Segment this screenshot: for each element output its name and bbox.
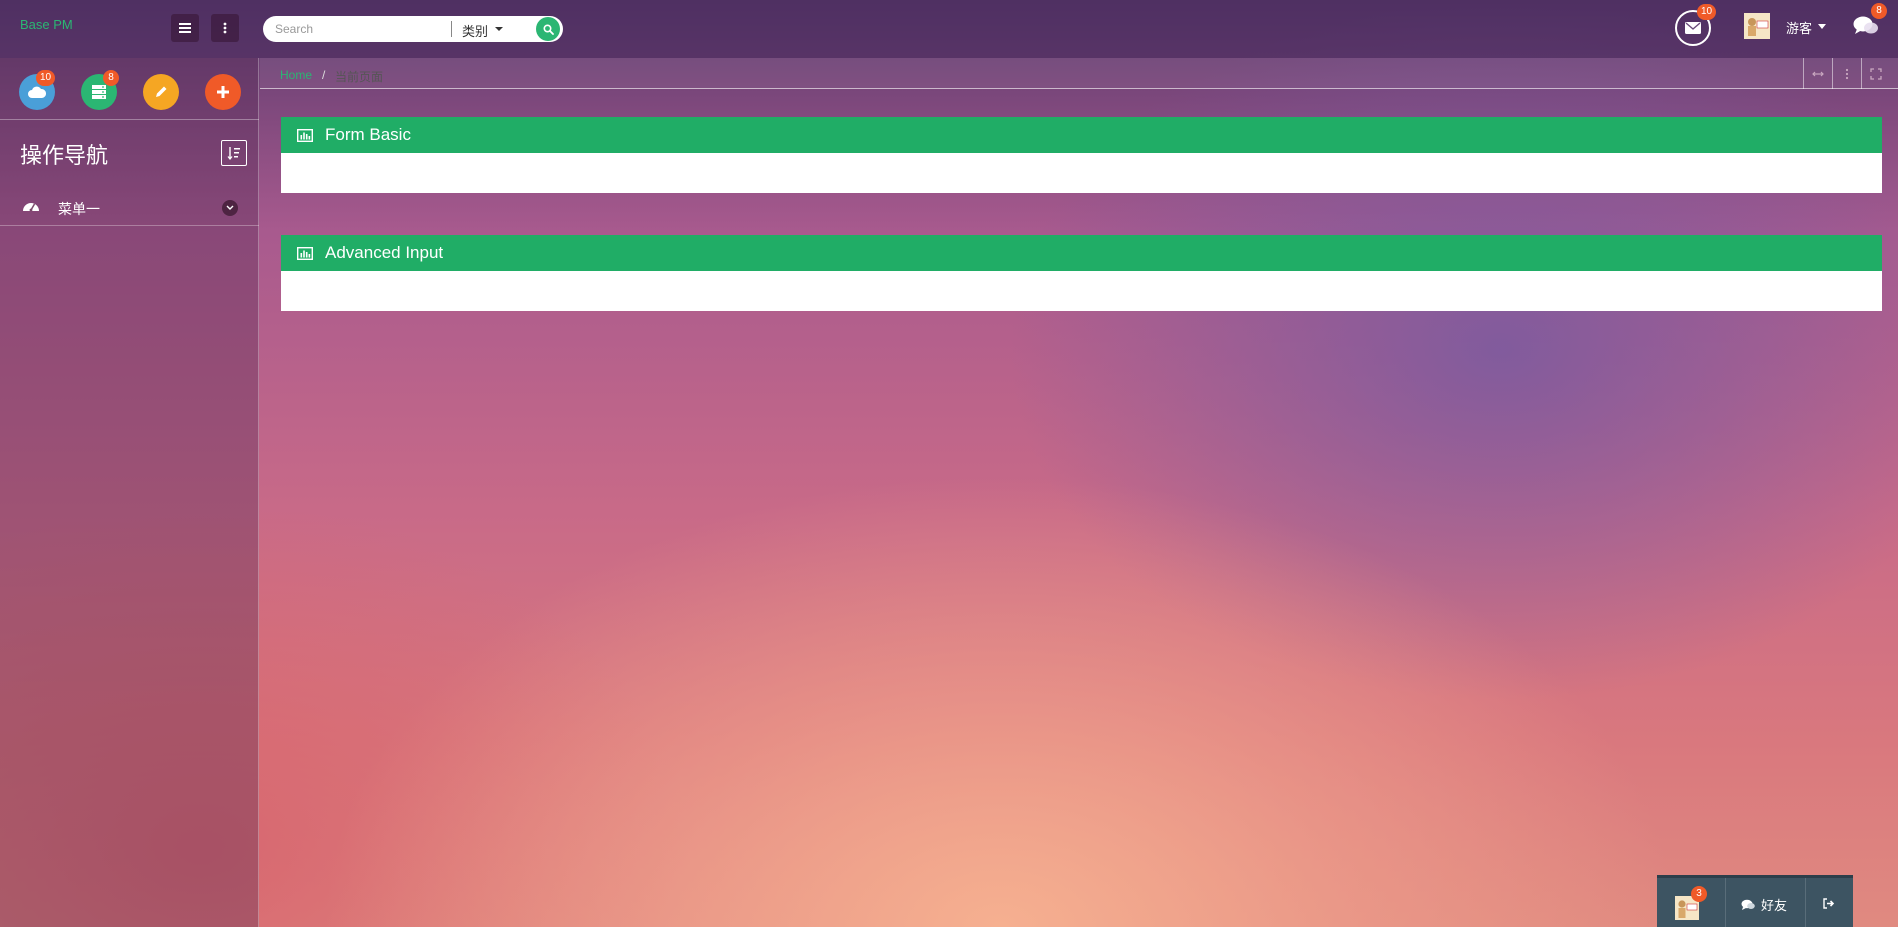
panel-header[interactable]: Form Basic bbox=[281, 117, 1882, 153]
server-icon bbox=[92, 85, 106, 99]
search-button[interactable] bbox=[536, 17, 560, 41]
cloud-icon bbox=[28, 86, 46, 98]
pencil-icon bbox=[156, 86, 167, 97]
hamburger-icon bbox=[179, 23, 191, 33]
chevron-down-icon bbox=[226, 205, 234, 210]
breadcrumb-separator: / bbox=[322, 68, 326, 82]
sidebar-toggle-button[interactable] bbox=[171, 14, 199, 42]
quick-server-badge: 8 bbox=[103, 70, 119, 86]
panel-form-basic: Form Basic bbox=[281, 117, 1882, 193]
divider bbox=[1725, 878, 1726, 927]
chat-badge: 8 bbox=[1871, 3, 1887, 19]
panel-body bbox=[281, 271, 1882, 311]
brand-logo[interactable]: Base PM bbox=[20, 17, 73, 32]
caret-down-icon bbox=[495, 27, 503, 31]
chat-logout-button[interactable] bbox=[1823, 896, 1835, 912]
user-name-dropdown[interactable]: 游客 bbox=[1786, 18, 1812, 37]
panel-title: Form Basic bbox=[325, 125, 411, 144]
messages-badge: 10 bbox=[1697, 4, 1717, 20]
panel-header[interactable]: Advanced Input bbox=[281, 235, 1882, 271]
friends-label: 好友 bbox=[1761, 898, 1788, 913]
sidebar: 10 8 操作导航 菜单一 bbox=[0, 58, 259, 927]
search-bar: 类别 bbox=[263, 16, 563, 42]
breadcrumb-current: 当前页面 bbox=[335, 70, 384, 84]
vertical-dots-icon bbox=[1845, 68, 1849, 79]
quick-actions: 10 8 bbox=[0, 58, 259, 120]
caret-down-icon bbox=[1818, 24, 1826, 29]
nav-sort-button[interactable] bbox=[221, 140, 247, 166]
panel-body bbox=[281, 153, 1882, 193]
panel-advanced-input: Advanced Input bbox=[281, 235, 1882, 311]
divider bbox=[1805, 878, 1806, 927]
avatar-image-icon bbox=[1744, 13, 1770, 39]
sidebar-item-menu-one[interactable]: 菜单一 bbox=[0, 188, 259, 226]
breadcrumb-home-link[interactable]: Home bbox=[280, 68, 312, 82]
chat-avatar-badge: 3 bbox=[1691, 886, 1707, 902]
quick-cloud-badge: 10 bbox=[36, 70, 56, 86]
comments-icon bbox=[1741, 899, 1755, 910]
user-avatar[interactable] bbox=[1744, 13, 1770, 39]
sort-list-icon bbox=[227, 147, 240, 160]
arrows-horizontal-icon bbox=[1812, 71, 1824, 76]
bar-chart-icon bbox=[297, 128, 313, 142]
search-input[interactable] bbox=[275, 19, 450, 39]
breadcrumb-options-button[interactable] bbox=[1832, 58, 1861, 89]
top-header: Base PM 类别 10 bbox=[0, 0, 1898, 58]
panel-title: Advanced Input bbox=[325, 243, 444, 262]
plus-icon bbox=[217, 86, 229, 98]
quick-edit-button[interactable] bbox=[143, 74, 179, 110]
chat-button[interactable]: 8 bbox=[1853, 3, 1887, 40]
search-divider bbox=[451, 21, 452, 37]
sidebar-item-label: 菜单一 bbox=[58, 201, 100, 217]
vertical-dots-icon bbox=[223, 22, 227, 34]
search-category-dropdown[interactable]: 类别 bbox=[462, 21, 488, 40]
search-icon bbox=[542, 23, 554, 35]
quick-server-button[interactable]: 8 bbox=[81, 70, 119, 110]
nav-title: 操作导航 bbox=[20, 144, 109, 169]
breadcrumb: Home / 当前页面 bbox=[260, 58, 1898, 89]
dashboard-icon bbox=[23, 203, 39, 212]
more-options-button[interactable] bbox=[211, 14, 239, 42]
chat-bar: 3 好友 bbox=[1657, 875, 1853, 927]
envelope-icon bbox=[1685, 22, 1701, 34]
quick-add-button[interactable] bbox=[205, 74, 241, 110]
friends-button[interactable]: 好友 bbox=[1741, 895, 1787, 914]
bar-chart-icon bbox=[297, 246, 313, 260]
expand-menu-button[interactable] bbox=[222, 200, 238, 216]
messages-button[interactable]: 10 bbox=[1675, 4, 1717, 46]
chat-avatar[interactable]: 3 bbox=[1675, 886, 1707, 920]
expand-width-button[interactable] bbox=[1803, 58, 1832, 89]
fullscreen-button[interactable] bbox=[1861, 58, 1890, 89]
quick-cloud-button[interactable]: 10 bbox=[19, 70, 56, 110]
sign-out-icon bbox=[1823, 898, 1835, 909]
fullscreen-icon bbox=[1870, 67, 1882, 80]
